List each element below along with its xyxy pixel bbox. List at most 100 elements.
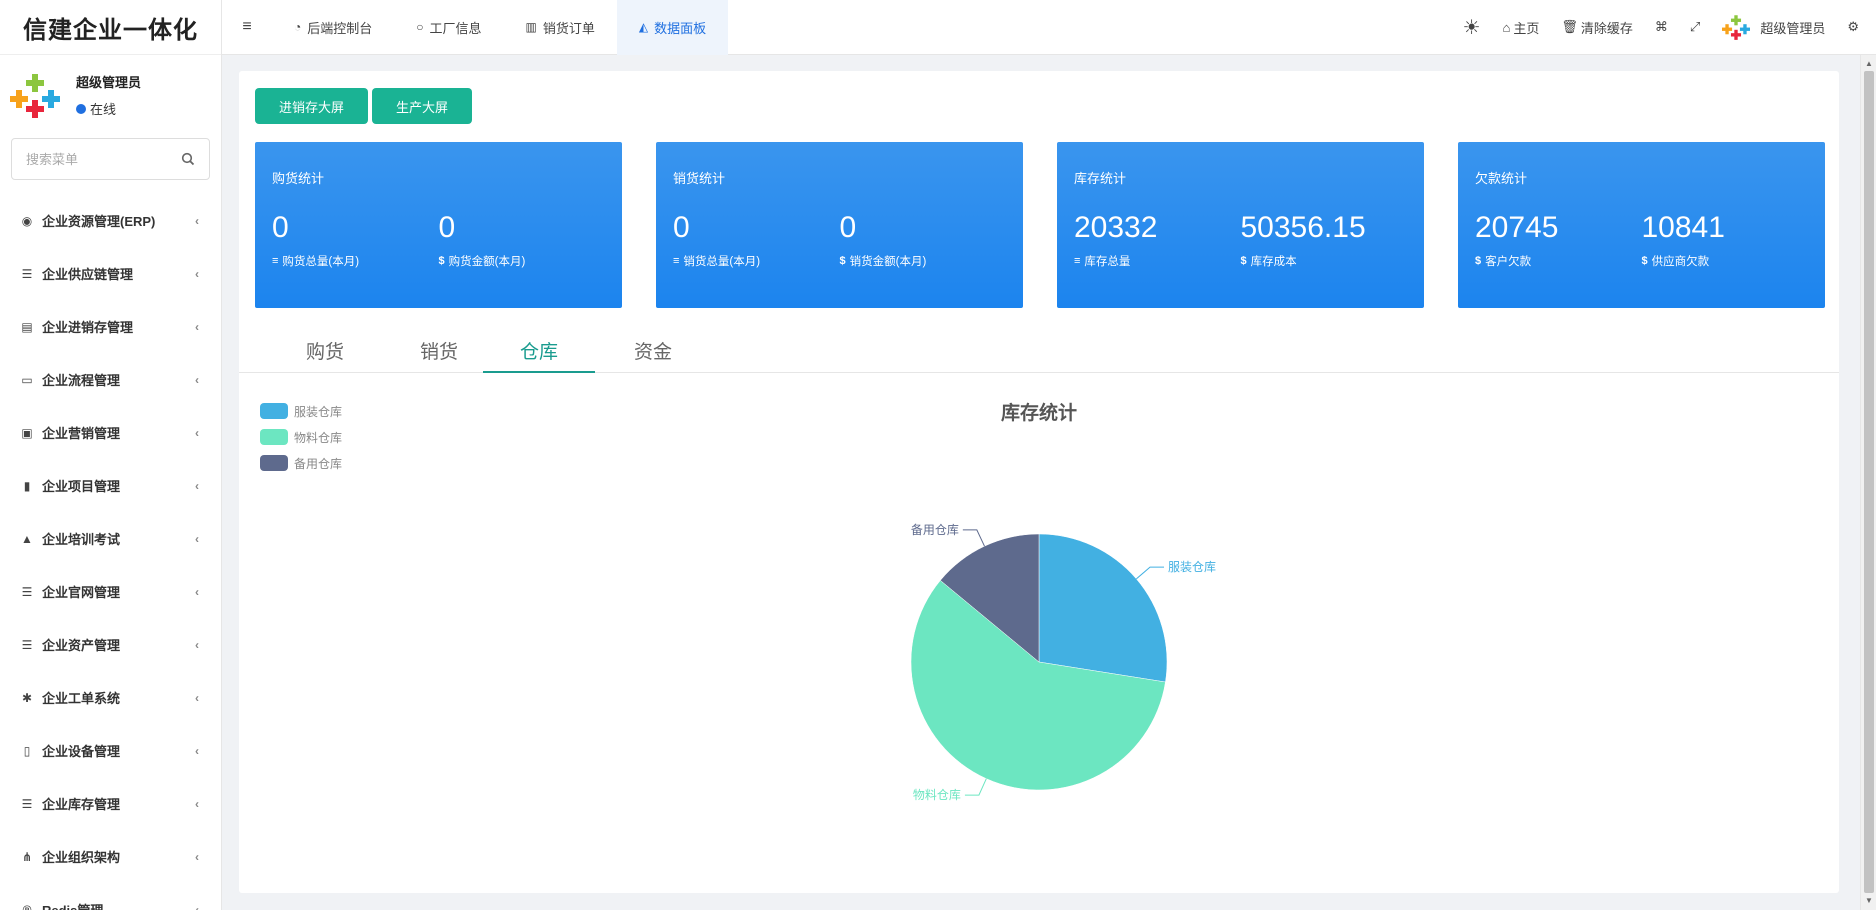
- card-value-label: 供应商欠款: [1651, 256, 1710, 268]
- sidebar-item-ticket[interactable]: ✱ 企业工单系统 ‹: [0, 671, 221, 724]
- sidebar-item-project[interactable]: ▮ 企业项目管理 ‹: [0, 459, 221, 512]
- scroll-up-icon[interactable]: ▲: [1861, 57, 1876, 71]
- tab-label: 数据面板: [654, 20, 707, 36]
- sidebar-item-assets[interactable]: ☰ 企业资产管理 ‹: [0, 618, 221, 671]
- tab-purchase[interactable]: 购货: [269, 333, 381, 373]
- bar-chart-icon: ▥: [525, 20, 537, 34]
- dollar-icon: $: [1641, 255, 1648, 267]
- sidebar-item-redis[interactable]: ® Redis管理‹: [0, 883, 221, 910]
- tab-sales-orders[interactable]: ▥ 销货订单: [504, 0, 617, 55]
- tab-dashboard[interactable]: ◔ 后端控制台: [272, 0, 394, 55]
- sidebar-item-erp[interactable]: ◉ 企业资源管理(ERP) ‹: [0, 194, 221, 247]
- sidebar-item-website[interactable]: ☰ 企业官网管理 ‹: [0, 565, 221, 618]
- production-screen-button[interactable]: 生产大屏: [372, 88, 473, 124]
- stat-card-debt: 欠款统计 20745 $ 客户欠款 10841 $ 供应商欠款: [1458, 142, 1825, 308]
- card-value-label: 购货金额(本月): [448, 256, 526, 268]
- sidebar-item-label: 企业营销管理: [42, 426, 121, 441]
- tab-funds[interactable]: 资金: [597, 333, 709, 373]
- sidebar-item-label: 企业库存管理: [42, 797, 121, 812]
- sidebar-item-label: 企业设备管理: [42, 744, 121, 759]
- admin-menu[interactable]: 超级管理员: [1711, 13, 1836, 41]
- fullscreen-icon[interactable]: ⤢: [1679, 19, 1711, 35]
- tab-warehouse[interactable]: 仓库: [483, 333, 595, 373]
- sidebar-item-label: 企业进销存管理: [42, 320, 134, 335]
- settings-gears-icon[interactable]: ⚙: [1836, 19, 1870, 35]
- chevron-left-icon: ‹: [195, 690, 199, 705]
- chevron-left-icon: ‹: [195, 319, 199, 334]
- card-title: 购货统计: [272, 171, 325, 186]
- user-avatar: [10, 70, 60, 120]
- asterisk-icon: ✱: [21, 690, 33, 705]
- sidebar-item-label: 企业官网管理: [42, 585, 121, 600]
- tab-label: 工厂信息: [429, 20, 482, 36]
- home-link[interactable]: ⌂ 主页: [1492, 18, 1551, 37]
- menu-search-input[interactable]: [26, 151, 166, 167]
- globe-icon: ◉: [21, 213, 33, 228]
- chevron-left-icon: ‹: [195, 213, 199, 228]
- sidebar: 信建企业一体化 超级管理员 在线 搜索菜单 ◉ 企业资源管理(ERP) ‹ ☰ …: [0, 0, 222, 910]
- pie-slice[interactable]: [1038, 533, 1168, 683]
- clear-cache-button[interactable]: 🗑 清除缓存: [1550, 18, 1644, 37]
- book-icon: ▮: [23, 478, 31, 493]
- home-label: 主页: [1513, 20, 1540, 36]
- tab-label: 销货订单: [542, 20, 595, 36]
- sidebar-item-supply-chain[interactable]: ☰ 企业供应链管理 ‹: [0, 247, 221, 300]
- chart-area: 服装仓库 物料仓库 备用仓库 库存统计 服装仓库 物料仓库 备用仓库: [239, 381, 1839, 881]
- user-status: 在线: [76, 99, 141, 118]
- trash-icon: 🗑: [1561, 19, 1578, 34]
- tab-data-panel[interactable]: ◭ 数据面板: [616, 0, 729, 55]
- pie-slice-label: 物料仓库: [913, 787, 961, 802]
- sidebar-item-label: 企业供应链管理: [42, 267, 134, 282]
- database-icon: ≡: [673, 255, 680, 267]
- pie-slice-label: 服装仓库: [1168, 559, 1216, 574]
- sidebar-item-equipment[interactable]: ▯ 企业设备管理 ‹: [0, 724, 221, 777]
- vertical-scrollbar[interactable]: ▲ ▼: [1860, 55, 1876, 910]
- list-icon: ☰: [21, 796, 33, 811]
- chevron-left-icon: ‹: [195, 637, 199, 652]
- sidebar-item-label: 企业资产管理: [42, 638, 121, 653]
- mobile-icon: ▯: [23, 743, 31, 758]
- calendar-icon: ▭: [21, 372, 33, 387]
- avatar-logo-icon: [10, 74, 60, 118]
- card-value-label: 销货总量(本月): [683, 256, 761, 268]
- tab-sales[interactable]: 销货: [383, 333, 495, 373]
- card-value: 0: [673, 211, 690, 244]
- menu-search: [11, 138, 210, 180]
- sidebar-item-training[interactable]: ▲ 企业培训考试 ‹: [0, 512, 221, 565]
- pie-label-line: [964, 778, 987, 796]
- sidebar-item-stock[interactable]: ☰ 企业库存管理 ‹: [0, 777, 221, 830]
- sidebar-item-org[interactable]: ⋔ 企业组织架构 ‹: [0, 830, 221, 883]
- registered-icon: ®: [22, 902, 32, 910]
- action-buttons: 进销存大屏 生产大屏: [255, 88, 473, 124]
- language-icon[interactable]: ⌘: [1644, 19, 1679, 35]
- sidebar-item-inventory-sales[interactable]: ▤ 企业进销存管理 ‹: [0, 300, 221, 353]
- home-icon: ⌂: [1502, 19, 1511, 35]
- sitemap-icon: ⋔: [21, 849, 33, 864]
- card-value: 0: [438, 211, 456, 244]
- chevron-left-icon: ‹: [195, 796, 199, 811]
- id-card-icon: ▣: [21, 425, 33, 440]
- pie-label-line: [1136, 566, 1165, 580]
- card-value: 20332: [1074, 211, 1158, 244]
- search-icon[interactable]: [181, 152, 195, 166]
- sidebar-item-label: 企业资源管理(ERP): [42, 214, 156, 229]
- stat-card-stock: 库存统计 20332 ≡ 库存总量 50356.15 $ 库存成本: [1057, 142, 1424, 308]
- user-status-text: 在线: [90, 102, 117, 117]
- sidebar-item-process[interactable]: ▭ 企业流程管理 ‹: [0, 353, 221, 406]
- scroll-down-icon[interactable]: ▼: [1861, 894, 1876, 908]
- tab-factory-info[interactable]: ○ 工厂信息: [394, 0, 503, 55]
- stat-card-sales: 销货统计 0 ≡ 销货总量(本月) 0 $ 销货金额(本月): [656, 142, 1023, 308]
- sidebar-item-marketing[interactable]: ▣ 企业营销管理 ‹: [0, 406, 221, 459]
- brand-title: 信建企业一体化: [0, 0, 221, 55]
- admin-avatar-icon: [1722, 15, 1751, 40]
- menu-toggle-icon[interactable]: ≡: [222, 18, 272, 36]
- scroll-thumb[interactable]: [1864, 71, 1874, 893]
- theme-toggle-icon[interactable]: ☀: [1452, 15, 1492, 40]
- stat-cards: 购货统计 0 ≡ 购货总量(本月) 0 $ 购货金额(本月) 销货统计 0 ≡ 销货总量(本…: [255, 142, 1825, 308]
- sidebar-item-label: 企业工单系统: [42, 691, 121, 706]
- graduation-cap-icon: ▲: [21, 531, 33, 546]
- sidebar-menu: ◉ 企业资源管理(ERP) ‹ ☰ 企业供应链管理 ‹ ▤ 企业进销存管理 ‹ ▭ 企业流程管…: [0, 194, 221, 910]
- chart-title: 库存统计: [1001, 401, 1077, 424]
- inventory-screen-button[interactable]: 进销存大屏: [255, 88, 369, 124]
- dollar-icon: $: [839, 255, 846, 267]
